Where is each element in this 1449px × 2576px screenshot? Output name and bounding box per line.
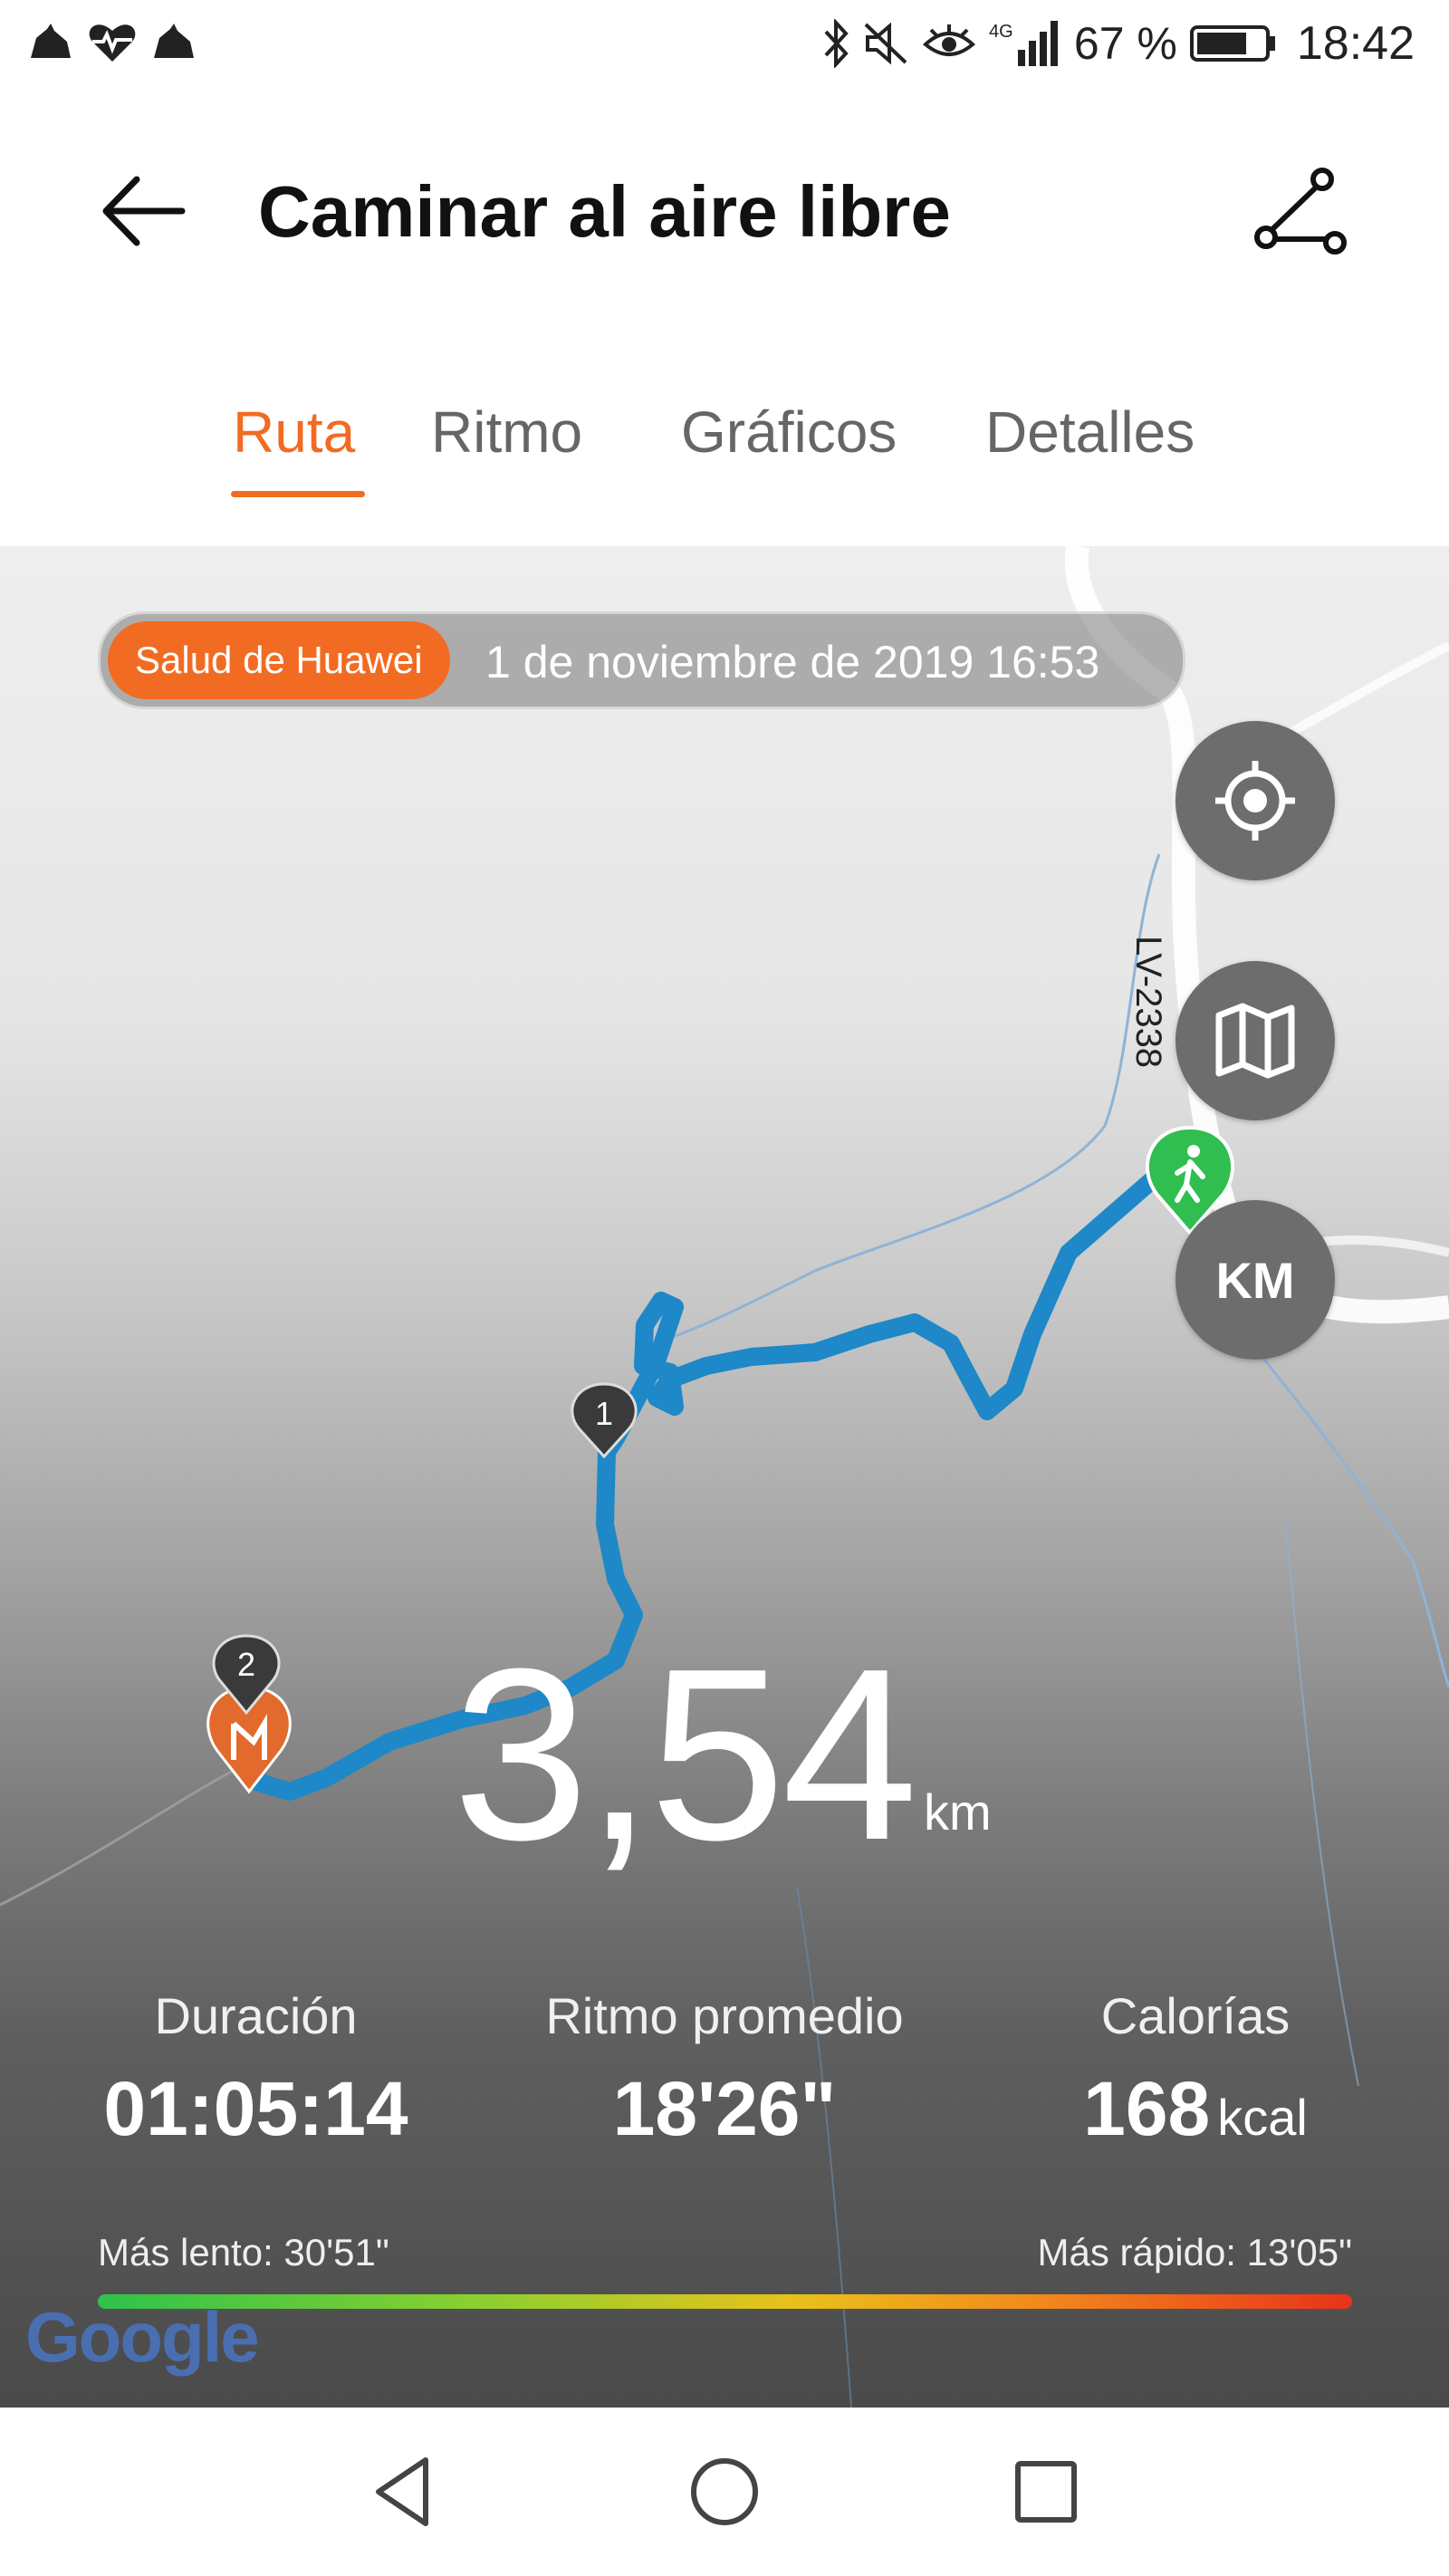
- calories-label: Calorías: [1100, 1987, 1291, 2044]
- map-type-button[interactable]: [1176, 961, 1335, 1120]
- app-header: Caminar al aire libre: [0, 127, 1449, 299]
- home-circle-icon: [691, 2458, 758, 2525]
- crosshair-icon: [1215, 761, 1295, 841]
- svg-text:1: 1: [595, 1395, 613, 1432]
- route-button[interactable]: [1250, 163, 1349, 263]
- notification-icon: [31, 24, 71, 58]
- svg-text:2: 2: [237, 1646, 255, 1683]
- avg-pace-label: Ritmo promedio: [545, 1987, 904, 2044]
- nav-home-button[interactable]: [684, 2451, 765, 2533]
- svg-text:4G: 4G: [989, 22, 1013, 42]
- calories-value: 168: [1083, 2066, 1211, 2151]
- battery-percent: 67 %: [1073, 18, 1177, 69]
- avg-pace-value: 18'26": [612, 2066, 837, 2151]
- map-marker-1[interactable]: 1: [571, 1382, 638, 1459]
- status-bar: 4G 67 % 18:42: [0, 0, 1449, 100]
- battery-icon: [1189, 25, 1275, 62]
- status-system: 4G 67 % 18:42: [822, 16, 1415, 71]
- page-title: Caminar al aire libre: [258, 171, 951, 252]
- arrow-left-icon: [102, 176, 186, 246]
- nav-recents-button[interactable]: [1005, 2451, 1087, 2533]
- route-map[interactable]: 1 2 Salud de Huawei 1 de noviembre de 20…: [0, 546, 1449, 2408]
- recents-square-icon: [1015, 2461, 1077, 2523]
- slowest-pace: Más lento: 30'51": [98, 2231, 389, 2273]
- map-icon: [1215, 1003, 1295, 1079]
- eye-comfort-icon: [922, 24, 975, 56]
- fastest-pace: Más rápido: 13'05": [1037, 2231, 1352, 2273]
- stat-avg-pace: Ritmo promedio 18'26": [489, 1986, 960, 2153]
- calories-unit: kcal: [1217, 2089, 1308, 2146]
- google-attribution-logo: Google: [25, 2297, 260, 2377]
- mute-icon: [864, 22, 907, 65]
- status-notifications: [27, 20, 197, 63]
- route-icon: [1254, 168, 1347, 255]
- bluetooth-icon: [824, 19, 849, 68]
- pace-gradient-bar: [98, 2294, 1352, 2309]
- heart-rate-icon: [89, 24, 136, 62]
- tab-bar: Ruta Ritmo Gráficos Detalles: [0, 380, 1449, 516]
- activity-date: 1 de noviembre de 2019 16:53: [485, 637, 1100, 687]
- distance-unit: km: [924, 1783, 992, 1841]
- signal-icon: 4G: [989, 21, 1058, 66]
- tab-active-indicator: [231, 491, 365, 497]
- stream: [651, 853, 1161, 1345]
- unit-toggle-button[interactable]: KM: [1176, 1200, 1335, 1360]
- back-button[interactable]: [95, 161, 195, 261]
- duration-value: 01:05:14: [103, 2066, 408, 2151]
- duration-label: Duración: [154, 1987, 358, 2044]
- distance-value: 3,54: [453, 1619, 917, 1891]
- locate-button[interactable]: [1176, 721, 1335, 880]
- unit-label: KM: [1215, 1251, 1295, 1309]
- tab-ritmo[interactable]: Ritmo: [431, 399, 582, 466]
- system-nav-bar: [0, 2408, 1449, 2576]
- notification-icon: [154, 24, 194, 58]
- source-badge: Salud de Huawei: [108, 621, 450, 699]
- tab-graficos[interactable]: Gráficos: [681, 399, 897, 466]
- back-triangle-icon: [376, 2457, 428, 2526]
- calories-value-wrap: 168 kcal: [1014, 2065, 1377, 2153]
- distance-display: 3,54 km: [453, 1619, 992, 1891]
- activity-source-pill: Salud de Huawei 1 de noviembre de 2019 1…: [98, 611, 1185, 709]
- nav-back-button[interactable]: [362, 2451, 444, 2533]
- trail: [0, 1758, 254, 1907]
- tab-ruta[interactable]: Ruta: [233, 399, 355, 466]
- stat-calories: Calorías 168 kcal: [1014, 1986, 1377, 2153]
- clock: 18:42: [1296, 17, 1415, 70]
- stat-duration: Duración 01:05:14: [72, 1986, 439, 2153]
- road-label: LV-2338: [1128, 936, 1168, 1069]
- tab-detalles[interactable]: Detalles: [985, 399, 1195, 466]
